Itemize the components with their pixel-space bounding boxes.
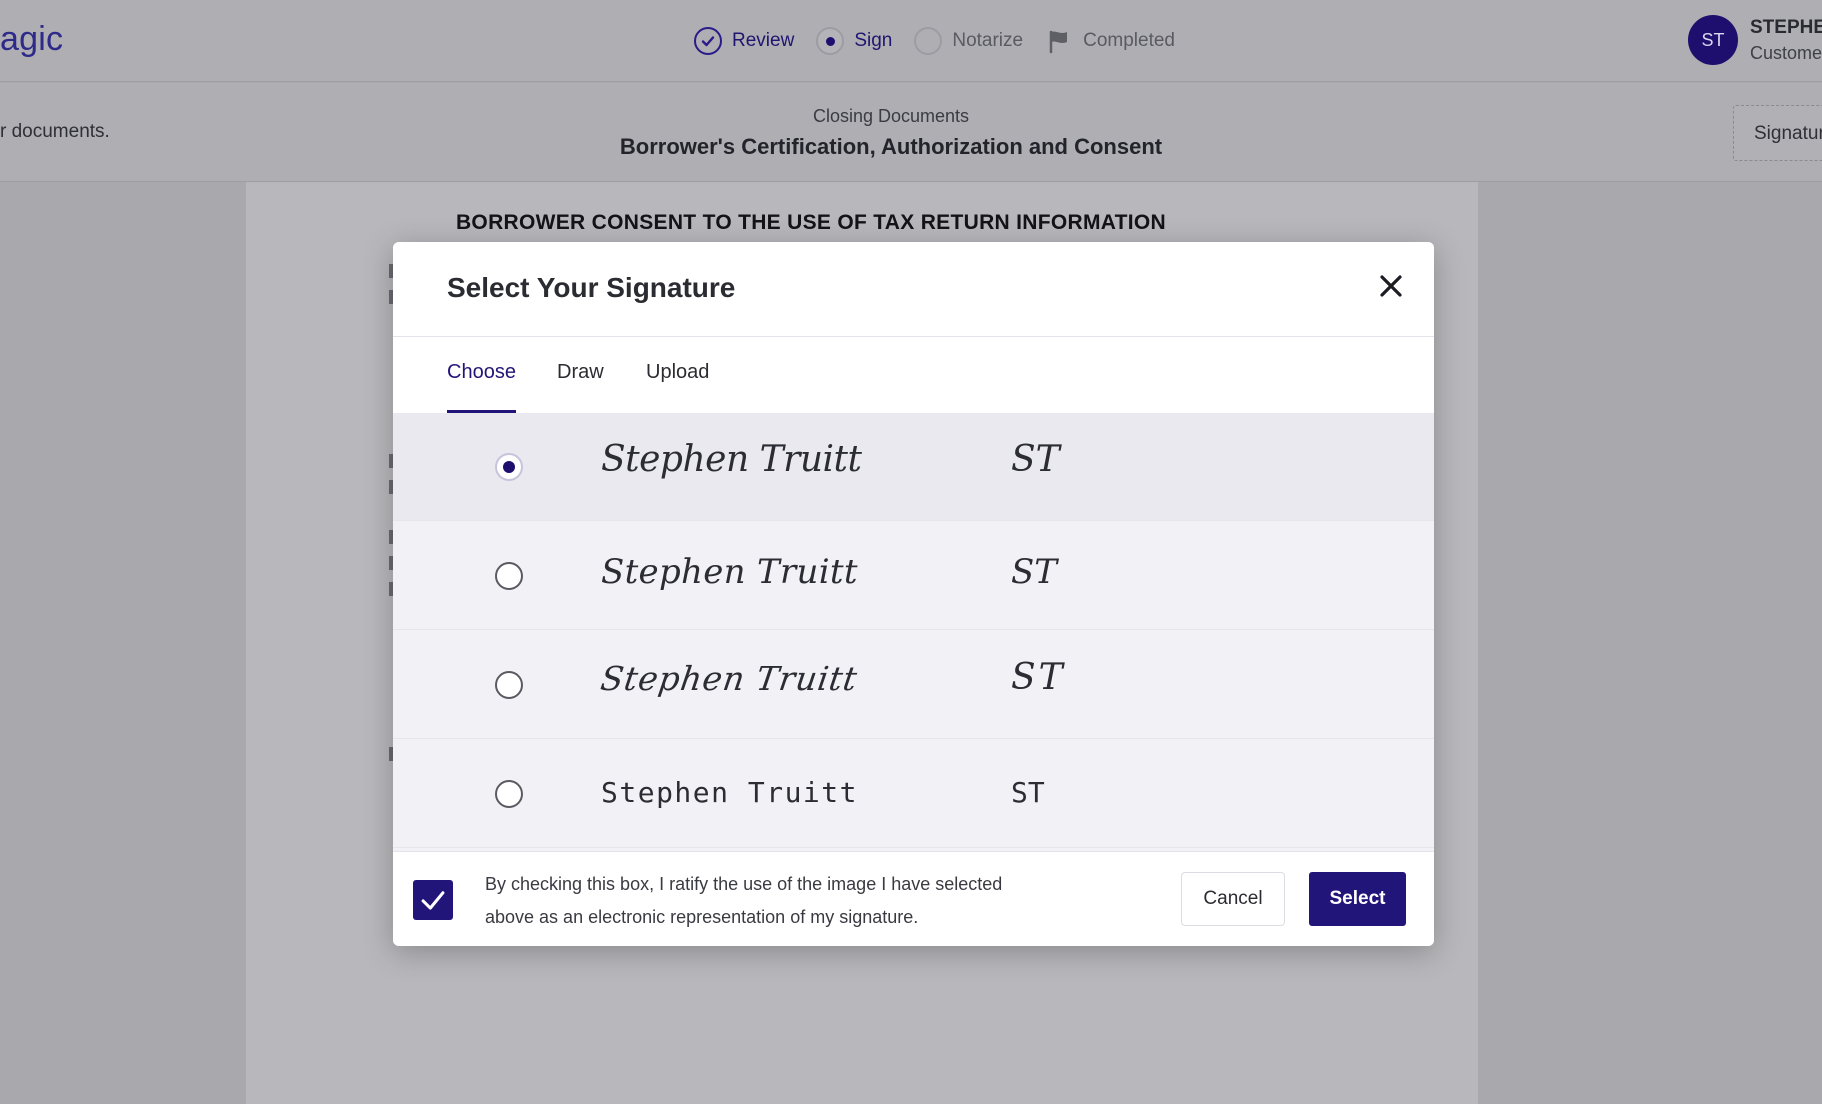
step-notarize: Notarize <box>914 27 1023 55</box>
signature-option-3[interactable]: Stephen Truitt ST <box>393 631 1434 739</box>
tab-draw[interactable]: Draw <box>557 361 604 413</box>
user-name: STEPHE <box>1750 17 1822 38</box>
consent-checkbox[interactable] <box>413 880 453 920</box>
dialog-header: Select Your Signature <box>393 242 1434 337</box>
signature-option-2[interactable]: Stephen Truitt ST <box>393 522 1434 630</box>
user-role: Custome <box>1750 43 1822 63</box>
initials-preview: ST <box>1011 776 1045 809</box>
document-category: Closing Documents <box>812 106 970 126</box>
initials-preview: ST <box>1011 657 1066 698</box>
close-icon[interactable] <box>1375 270 1407 302</box>
progress-steps: Review Sign Notarize Completed <box>694 23 1197 59</box>
signature-option-4[interactable]: Stephen Truitt ST <box>393 740 1434 848</box>
select-button[interactable]: Select <box>1309 872 1406 926</box>
checkmark-icon <box>421 891 445 910</box>
dialog-footer: By checking this box, I ratify the use o… <box>393 851 1434 946</box>
step-review: Review <box>694 27 794 55</box>
step-sign: Sign <box>816 27 892 55</box>
step-label: Completed <box>1083 30 1175 51</box>
document-title: Borrower's Certification, Authorization … <box>619 134 1163 159</box>
signature-preview: Stephen Truitt <box>598 659 861 698</box>
flag-icon <box>1045 27 1073 55</box>
radio-button[interactable] <box>495 562 523 590</box>
document-header: r documents. Closing Documents Borrower'… <box>0 83 1822 182</box>
dialog-title: Select Your Signature <box>447 272 736 303</box>
cancel-button[interactable]: Cancel <box>1181 872 1285 926</box>
check-circle-icon <box>694 27 722 55</box>
current-step-dot-icon <box>816 27 845 55</box>
signature-preview: Stephen Truitt <box>601 776 859 809</box>
signature-button[interactable]: Signatur <box>1733 105 1822 161</box>
tab-upload[interactable]: Upload <box>646 361 709 413</box>
avatar[interactable]: ST <box>1688 15 1738 65</box>
step-completed: Completed <box>1045 27 1175 55</box>
select-signature-dialog: Select Your Signature Choose Draw Upload… <box>393 242 1434 946</box>
document-heading: BORROWER CONSENT TO THE USE OF TAX RETUR… <box>455 211 1167 234</box>
radio-button[interactable] <box>495 453 523 481</box>
radio-button[interactable] <box>495 780 523 808</box>
signature-preview: Stephen Truitt <box>601 439 862 480</box>
signature-tabs: Choose Draw Upload <box>393 337 1434 413</box>
signature-option-1[interactable]: Stephen Truitt ST <box>393 413 1434 521</box>
initials-preview: ST <box>1011 552 1057 592</box>
step-label: Notarize <box>952 30 1024 51</box>
initials-preview: ST <box>1011 439 1060 480</box>
tab-choose[interactable]: Choose <box>447 361 516 413</box>
step-label: Sign <box>854 30 893 51</box>
radio-button[interactable] <box>495 671 523 699</box>
consent-text: By checking this box, I ratify the use o… <box>485 874 1003 927</box>
step-label: Review <box>732 30 795 51</box>
brand-logo: agic <box>0 20 64 58</box>
signature-preview: Stephen Truitt <box>601 552 858 592</box>
empty-circle-icon <box>914 27 943 55</box>
top-bar: agic Review Sign Notarize Completed ST S… <box>0 0 1822 82</box>
